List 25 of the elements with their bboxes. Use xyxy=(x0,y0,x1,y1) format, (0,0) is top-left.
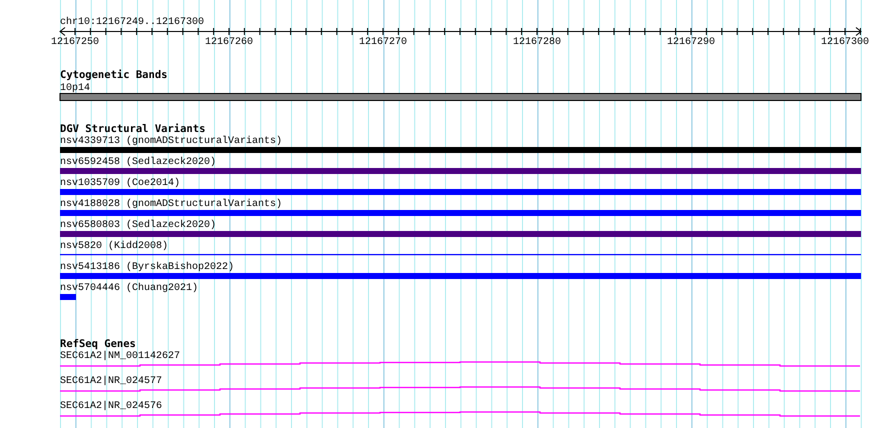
tick-label: 12167290 xyxy=(667,37,715,48)
band-label: 10p14 xyxy=(60,83,90,94)
tick-label: 12167260 xyxy=(205,37,253,48)
variant-label: nsv4188028 (gnomADStructuralVariants) xyxy=(60,199,282,210)
variant-label: nsv6592458 (Sedlazeck2020) xyxy=(60,157,216,168)
track-title: Cytogenetic Bands xyxy=(60,69,168,81)
tick-label: 12167270 xyxy=(359,37,407,48)
gene-label: SEC61A2|NM_001142627 xyxy=(60,351,180,362)
variant-label: nsv4339713 (gnomADStructuralVariants) xyxy=(60,136,282,147)
tick-label: 12167250 xyxy=(51,37,99,48)
track-title: DGV Structural Variants xyxy=(60,123,206,135)
gene-line[interactable] xyxy=(60,386,860,392)
gene-label: SEC61A2|NR_024577 xyxy=(60,376,162,387)
variant-label: nsv1035709 (Coe2014) xyxy=(60,178,180,189)
gene-line[interactable] xyxy=(60,361,860,367)
variant-label: nsv5704446 (Chuang2021) xyxy=(60,283,198,294)
tick-label: 12167300 xyxy=(821,37,869,48)
location-label: chr10:12167249..12167300 xyxy=(60,17,204,28)
gene-line[interactable] xyxy=(60,411,860,417)
track-title: RefSeq Genes xyxy=(60,338,136,350)
variant-label: nsv6580803 (Sedlazeck2020) xyxy=(60,220,216,231)
variant-label: nsv5413186 (ByrskaBishop2022) xyxy=(60,262,234,273)
variant-label: nsv5820 (Kidd2008) xyxy=(60,241,168,252)
tick-label: 12167280 xyxy=(513,37,561,48)
gene-label: SEC61A2|NR_024576 xyxy=(60,401,162,412)
